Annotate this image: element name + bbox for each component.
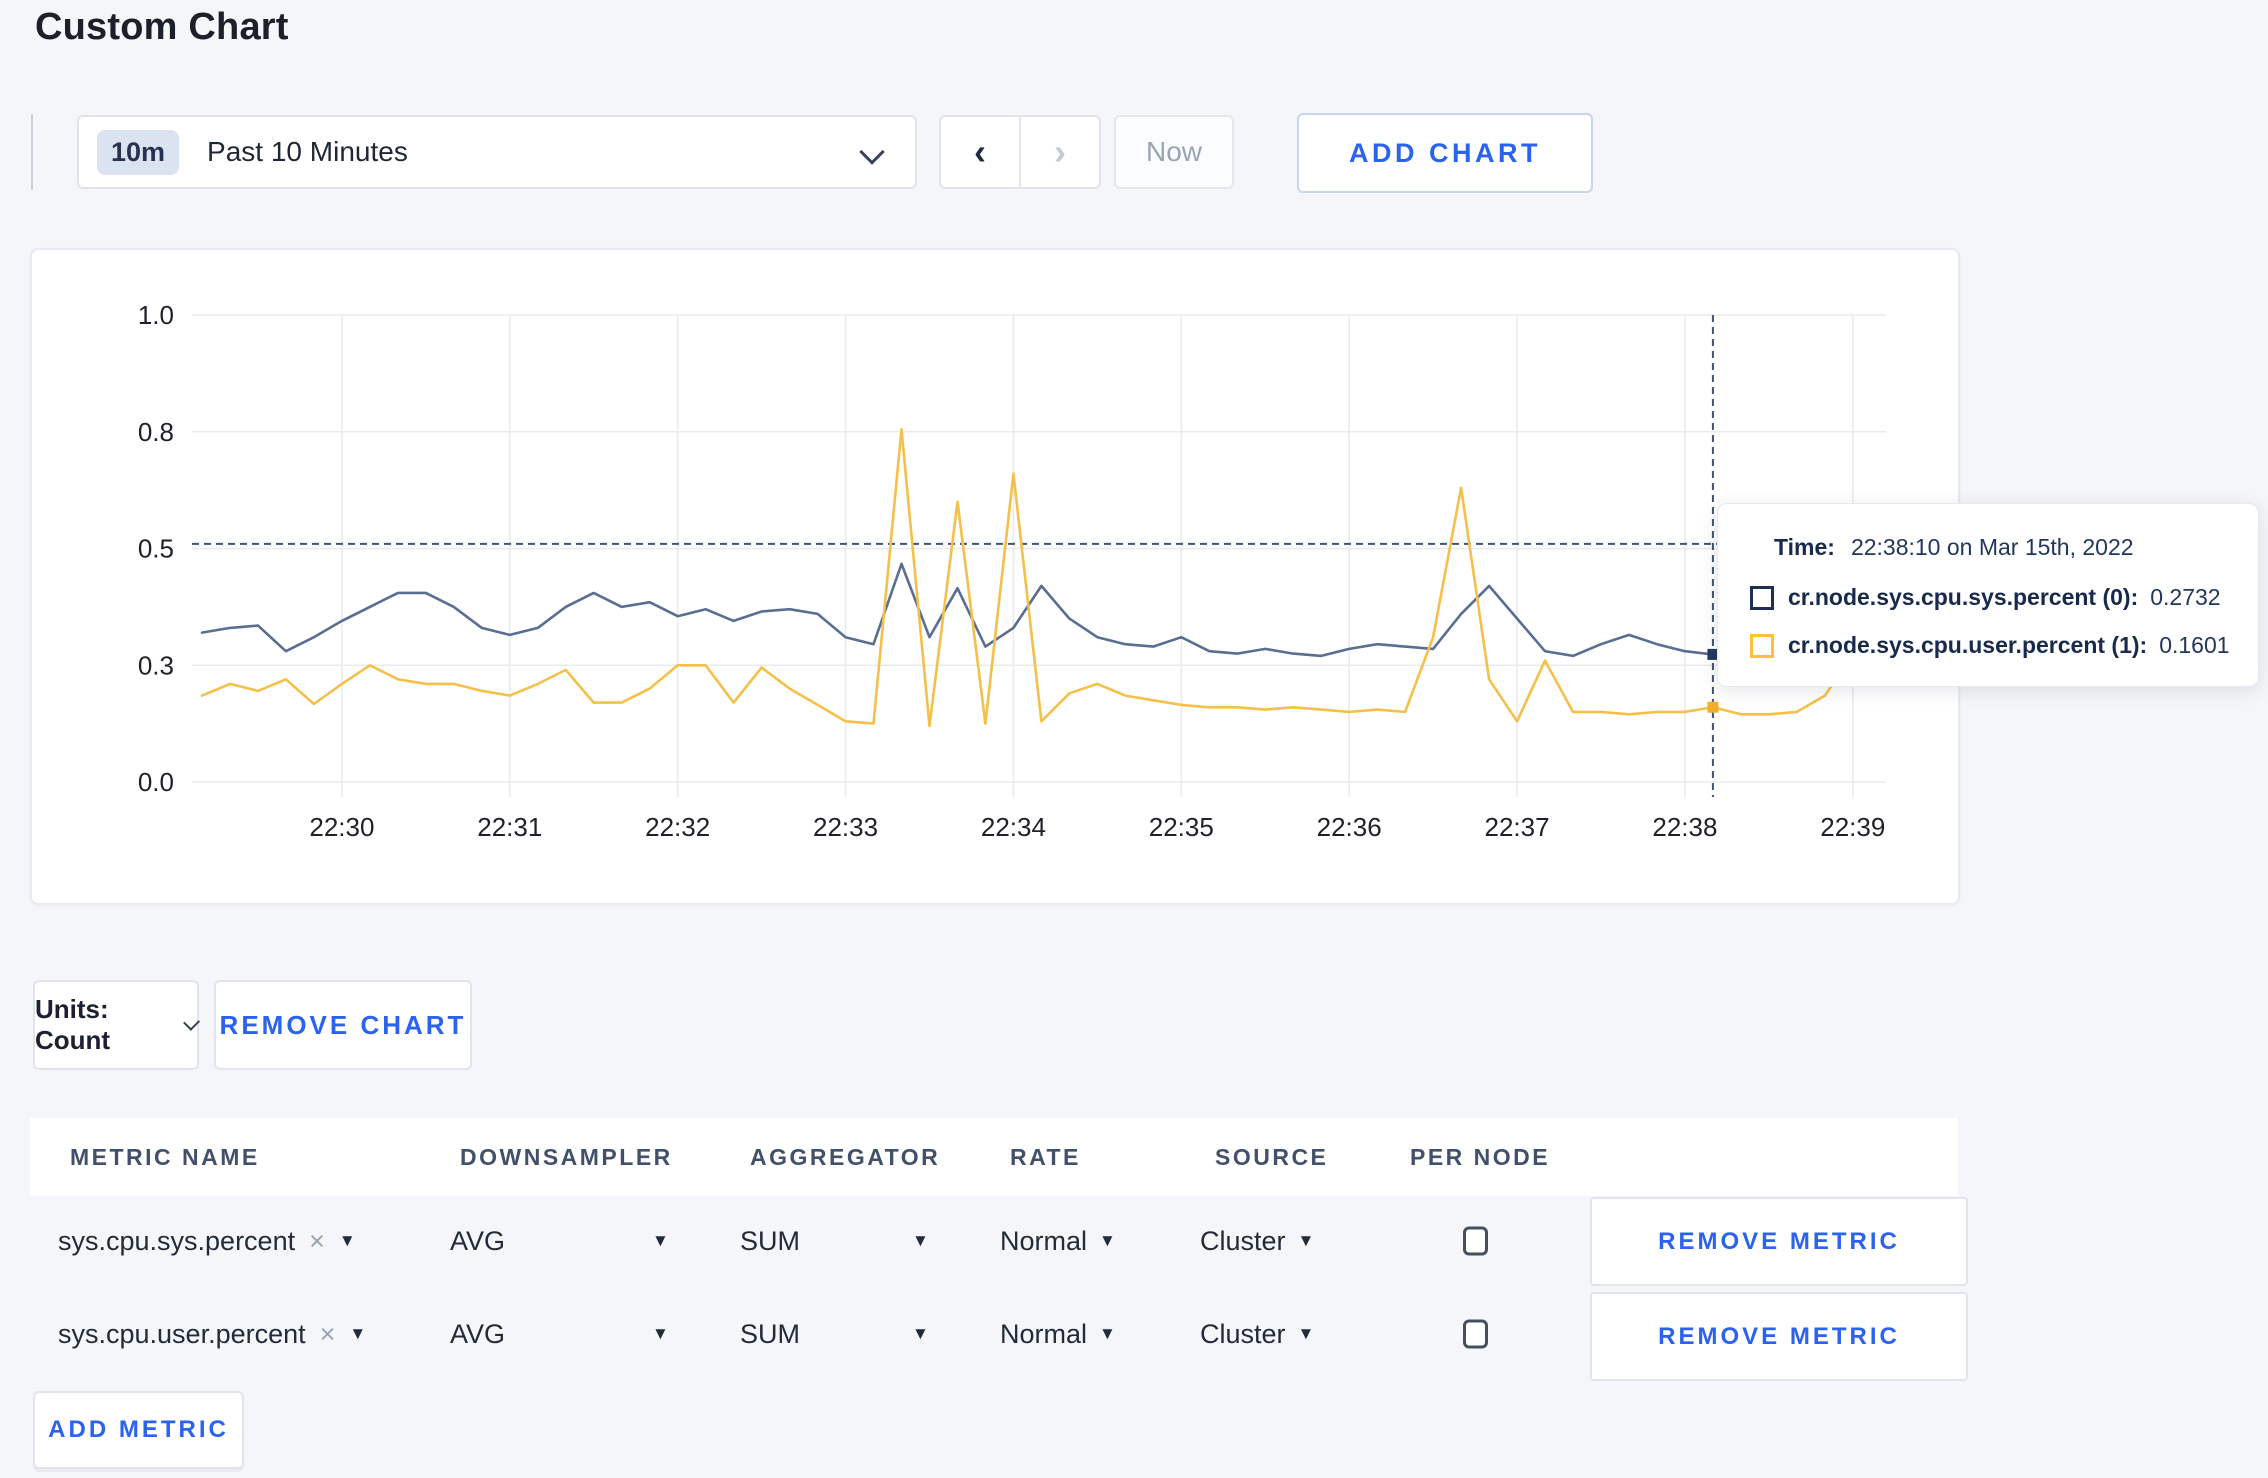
per-node-checkbox[interactable] [1463,1226,1488,1256]
remove-metric-button[interactable]: REMOVE METRIC [1590,1197,1968,1286]
caret-down-icon: ▼ [1297,1324,1315,1343]
time-range-badge: 10m [97,129,180,175]
chevron-down-icon [182,1013,200,1031]
time-range-select[interactable]: 10m Past 10 Minutes [77,115,917,189]
col-header-rate: RATE [1010,1144,1081,1170]
tooltip-series-label: cr.node.sys.cpu.user.percent (1): [1788,632,2148,658]
downsampler-select[interactable]: AVG [450,1205,505,1277]
metrics-table-header: METRIC NAME DOWNSAMPLER AGGREGATOR RATE … [30,1118,1958,1196]
col-header-aggregator: AGGREGATOR [750,1144,941,1170]
source-text: Cluster [1200,1225,1286,1256]
y-axis-tick-label: 0.8 [138,417,174,447]
x-axis-tick-label: 22:30 [309,812,374,842]
caret-down-icon[interactable]: ▼ [652,1298,669,1370]
rate-select[interactable]: Normal ▼ [1000,1205,1116,1277]
x-axis-tick-label: 22:38 [1652,812,1717,842]
series-line-cr.node.sys.cpu.user.percent [200,428,1883,728]
prev-window-button[interactable]: ‹ [941,117,1021,187]
clear-metric-icon[interactable]: × [320,1319,336,1350]
table-row: sys.cpu.user.percent × ▼ AVG ▼ SUM ▼ Nor… [30,1292,1968,1381]
add-chart-button[interactable]: ADD CHART [1297,113,1593,193]
col-header-per-node: PER NODE [1410,1144,1551,1170]
units-select[interactable]: Units: Count [33,980,200,1070]
tooltip-series-value: 0.1601 [2159,632,2230,658]
metric-name-text: sys.cpu.sys.percent [58,1225,296,1256]
user-series-swatch-icon [1750,633,1774,658]
units-label: Units: Count [35,994,111,1055]
now-button[interactable]: Now [1114,115,1234,189]
x-axis-tick-label: 22:35 [1149,812,1214,842]
tooltip-time-label: Time: [1774,534,1835,560]
y-axis-tick-label: 0.0 [138,767,174,797]
caret-down-icon[interactable]: ▼ [912,1205,929,1277]
next-window-button[interactable]: › [1021,117,1099,187]
tooltip-time-row: Time: 22:38:10 on Mar 15th, 2022 [1774,534,2134,561]
remove-metric-button[interactable]: REMOVE METRIC [1590,1292,1968,1381]
chart-card: 0.0 0.3 0.5 0.8 1.0 22:30 22:31 22:32 22:33 22:34… [30,248,1960,905]
tooltip-series-row: cr.node.sys.cpu.sys.percent (0): 0.2732 [1750,584,2221,611]
x-axis-tick-label: 22:36 [1317,812,1382,842]
caret-down-icon: ▼ [1099,1324,1116,1343]
x-axis-tick-label: 22:31 [477,812,542,842]
aggregator-select[interactable]: SUM [740,1298,800,1370]
y-axis-tick-label: 0.3 [138,650,174,680]
chevron-down-icon [859,139,885,165]
caret-down-icon[interactable]: ▼ [912,1298,929,1370]
rate-text: Normal [1000,1225,1088,1256]
col-header-downsampler: DOWNSAMPLER [460,1144,673,1170]
y-axis-tick-label: 0.5 [138,534,174,564]
caret-down-icon: ▼ [1099,1231,1116,1250]
series-line-cr.node.sys.cpu.sys.percent [200,562,1883,667]
source-select[interactable]: Cluster ▼ [1200,1298,1314,1370]
y-axis-tick-label: 1.0 [138,300,174,330]
x-axis-tick-label: 22:34 [981,812,1046,842]
page-title: Custom Chart [35,6,289,48]
metric-name-dropdown[interactable]: sys.cpu.user.percent × ▼ [58,1298,366,1370]
table-row: sys.cpu.sys.percent × ▼ AVG ▼ SUM ▼ Norm… [30,1197,1968,1286]
chart-tooltip: Time: 22:38:10 on Mar 15th, 2022 cr.node… [1717,503,2259,687]
tooltip-time-value: 22:38:10 on Mar 15th, 2022 [1850,534,2134,560]
time-window-arrows: ‹ › [939,115,1101,189]
time-range-label: Past 10 Minutes [207,136,408,167]
cpu-chart[interactable]: 0.0 0.3 0.5 0.8 1.0 22:30 22:31 22:32 22:33 22:34… [32,250,1962,907]
toolbar-divider [31,114,33,190]
downsampler-select[interactable]: AVG [450,1298,505,1370]
metric-name-dropdown[interactable]: sys.cpu.sys.percent × ▼ [58,1205,356,1277]
tooltip-series-row: cr.node.sys.cpu.user.percent (1): 0.1601 [1750,632,2230,659]
caret-down-icon: ▼ [349,1324,367,1343]
x-axis-tick-label: 22:33 [813,812,878,842]
x-axis-tick-label: 22:32 [645,812,710,842]
x-axis-tick-label: 22:39 [1820,812,1885,842]
source-text: Cluster [1200,1318,1286,1349]
x-axis-tick-label: 22:37 [1485,812,1550,842]
caret-down-icon: ▼ [338,1231,356,1250]
rate-select[interactable]: Normal ▼ [1000,1298,1116,1370]
sys-series-swatch-icon [1750,585,1774,610]
add-metric-button[interactable]: ADD METRIC [33,1391,244,1469]
col-header-source: SOURCE [1215,1144,1329,1170]
caret-down-icon: ▼ [1297,1231,1315,1250]
custom-chart-page: Custom Chart 10m Past 10 Minutes ‹ › Now… [0,0,2268,1478]
tooltip-series-value: 0.2732 [2150,584,2221,610]
aggregator-select[interactable]: SUM [740,1205,800,1277]
remove-chart-button[interactable]: REMOVE CHART [214,980,472,1070]
col-header-metric-name: METRIC NAME [70,1144,260,1170]
rate-text: Normal [1000,1318,1088,1349]
metric-name-text: sys.cpu.user.percent [58,1318,306,1349]
caret-down-icon[interactable]: ▼ [652,1205,669,1277]
clear-metric-icon[interactable]: × [309,1226,325,1257]
per-node-checkbox[interactable] [1463,1319,1488,1349]
source-select[interactable]: Cluster ▼ [1200,1205,1314,1277]
tooltip-series-label: cr.node.sys.cpu.sys.percent (0): [1788,584,2139,610]
